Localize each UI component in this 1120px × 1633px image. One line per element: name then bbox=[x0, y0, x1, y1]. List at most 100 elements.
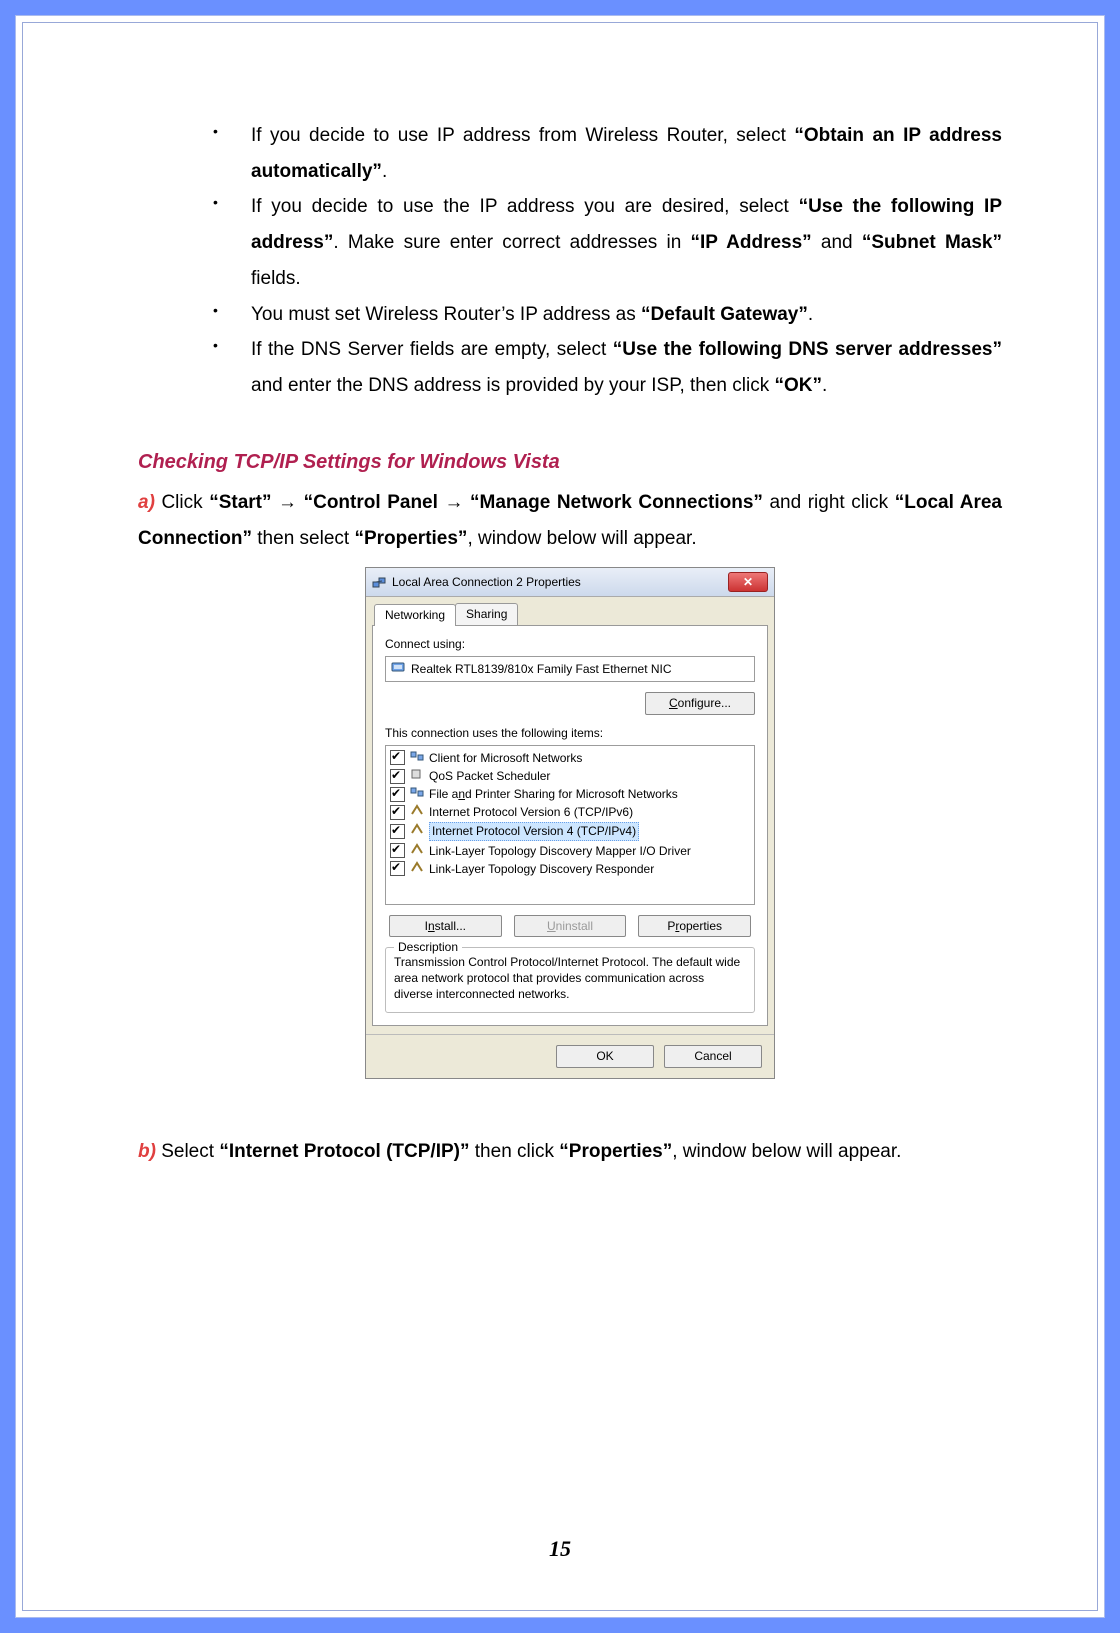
text: . Make sure enter correct addresses in bbox=[333, 232, 690, 253]
network-icon bbox=[372, 575, 386, 589]
dialog-title: Local Area Connection 2 Properties bbox=[392, 574, 581, 590]
connect-using-label: Connect using: bbox=[385, 636, 755, 652]
list-item[interactable]: Link-Layer Topology Discovery Responder bbox=[390, 860, 750, 878]
dialog-footer: OK Cancel bbox=[366, 1034, 774, 1077]
item-label: File and Printer Sharing for Microsoft N… bbox=[429, 786, 678, 802]
protocol-icon bbox=[410, 823, 424, 839]
button-label: Install... bbox=[425, 919, 466, 933]
configure-button[interactable]: Configure... bbox=[645, 692, 755, 714]
text: and enter the DNS address is provided by… bbox=[251, 375, 774, 396]
tab-sharing[interactable]: Sharing bbox=[455, 603, 518, 625]
adapter-name: Realtek RTL8139/810x Family Fast Etherne… bbox=[411, 661, 672, 677]
text-bold: “Subnet Mask” bbox=[862, 232, 1002, 253]
install-button[interactable]: Install... bbox=[389, 915, 502, 937]
tab-panel: Connect using: Realtek RTL8139/810x Fami… bbox=[372, 626, 768, 1027]
text: Click bbox=[155, 492, 209, 513]
item-label: Link-Layer Topology Discovery Responder bbox=[429, 861, 654, 877]
text-bold: “Default Gateway” bbox=[641, 304, 808, 325]
checkbox-icon[interactable] bbox=[390, 750, 405, 765]
text-bold: “Manage Network Connections” bbox=[470, 492, 763, 513]
page-number: 15 bbox=[23, 1536, 1097, 1562]
protocol-icon bbox=[410, 804, 424, 820]
step-b-paragraph: b) Select “Internet Protocol (TCP/IP)” t… bbox=[138, 1134, 1002, 1170]
uninstall-button: Uninstall bbox=[514, 915, 627, 937]
text: . bbox=[382, 161, 387, 182]
text: and right click bbox=[763, 492, 895, 513]
step-marker: b) bbox=[138, 1141, 156, 1162]
checkbox-icon[interactable] bbox=[390, 824, 405, 839]
list-item[interactable]: Link-Layer Topology Discovery Mapper I/O… bbox=[390, 842, 750, 860]
button-label: Properties bbox=[667, 919, 722, 933]
tab-networking[interactable]: Networking bbox=[374, 604, 456, 626]
text-bold: “Use the following DNS server addresses” bbox=[613, 339, 1002, 360]
text-bold: “Control Panel bbox=[304, 492, 438, 513]
client-icon bbox=[410, 750, 424, 766]
button-label: OK bbox=[596, 1049, 613, 1063]
list-item[interactable]: QoS Packet Scheduler bbox=[390, 767, 750, 785]
text: , window below will appear. bbox=[672, 1141, 901, 1162]
bullet-item: If you decide to use the IP address you … bbox=[213, 189, 1002, 296]
dialog-titlebar: Local Area Connection 2 Properties ✕ bbox=[366, 568, 774, 597]
close-icon: ✕ bbox=[743, 574, 753, 590]
section-heading: Checking TCP/IP Settings for Windows Vis… bbox=[138, 444, 1002, 482]
item-label: Internet Protocol Version 6 (TCP/IPv6) bbox=[429, 804, 633, 820]
service-icon bbox=[410, 768, 424, 784]
text-bold: “Internet Protocol (TCP/IP)” bbox=[219, 1141, 469, 1162]
item-label: Client for Microsoft Networks bbox=[429, 750, 582, 766]
button-label: Uninstall bbox=[547, 919, 593, 933]
text-bold: “Properties” bbox=[354, 528, 467, 549]
bullet-list: If you decide to use IP address from Wir… bbox=[213, 118, 1002, 404]
text: then click bbox=[470, 1141, 560, 1162]
text-bold: “Start” bbox=[209, 492, 271, 513]
properties-dialog: Local Area Connection 2 Properties ✕ Net… bbox=[365, 567, 775, 1079]
text: then select bbox=[252, 528, 354, 549]
bullet-item: If the DNS Server fields are empty, sele… bbox=[213, 332, 1002, 403]
item-label: Internet Protocol Version 4 (TCP/IPv4) bbox=[429, 822, 639, 840]
list-item[interactable]: Client for Microsoft Networks bbox=[390, 749, 750, 767]
service-icon bbox=[410, 786, 424, 802]
step-marker: a) bbox=[138, 492, 155, 513]
description-text: Transmission Control Protocol/Internet P… bbox=[394, 955, 740, 1001]
checkbox-icon[interactable] bbox=[390, 769, 405, 784]
ok-button[interactable]: OK bbox=[556, 1045, 654, 1067]
adapter-field[interactable]: Realtek RTL8139/810x Family Fast Etherne… bbox=[385, 656, 755, 682]
text: If the DNS Server fields are empty, sele… bbox=[251, 339, 613, 360]
cancel-button[interactable]: Cancel bbox=[664, 1045, 762, 1067]
text: fields. bbox=[251, 268, 301, 289]
description-group: Description Transmission Control Protoco… bbox=[385, 947, 755, 1014]
button-label: onfigure... bbox=[678, 696, 731, 710]
list-item[interactable]: Internet Protocol Version 6 (TCP/IPv6) bbox=[390, 803, 750, 821]
bullet-item: You must set Wireless Router’s IP addres… bbox=[213, 297, 1002, 333]
list-item[interactable]: File and Printer Sharing for Microsoft N… bbox=[390, 785, 750, 803]
checkbox-icon[interactable] bbox=[390, 787, 405, 802]
item-label: QoS Packet Scheduler bbox=[429, 768, 550, 784]
checkbox-icon[interactable] bbox=[390, 843, 405, 858]
item-label: Link-Layer Topology Discovery Mapper I/O… bbox=[429, 843, 691, 859]
adapter-icon bbox=[391, 660, 405, 678]
step-a-paragraph: a) Click “Start” → “Control Panel → “Man… bbox=[138, 485, 1002, 556]
text: Select bbox=[156, 1141, 219, 1162]
bullet-item: If you decide to use IP address from Wir… bbox=[213, 118, 1002, 189]
text-bold: “Properties” bbox=[559, 1141, 672, 1162]
text: If you decide to use IP address from Wir… bbox=[251, 125, 794, 146]
text: . bbox=[808, 304, 813, 325]
list-item-selected[interactable]: Internet Protocol Version 4 (TCP/IPv4) bbox=[390, 821, 750, 841]
close-button[interactable]: ✕ bbox=[728, 572, 768, 592]
checkbox-icon[interactable] bbox=[390, 805, 405, 820]
items-label: This connection uses the following items… bbox=[385, 725, 755, 741]
description-label: Description bbox=[394, 939, 462, 955]
button-label: Cancel bbox=[694, 1049, 731, 1063]
protocol-icon bbox=[410, 843, 424, 859]
tab-strip: Networking Sharing bbox=[372, 603, 768, 626]
text-bold: “OK” bbox=[774, 375, 822, 396]
component-list[interactable]: Client for Microsoft Networks QoS Packet… bbox=[385, 745, 755, 905]
checkbox-icon[interactable] bbox=[390, 861, 405, 876]
properties-button[interactable]: Properties bbox=[638, 915, 751, 937]
text: If you decide to use the IP address you … bbox=[251, 196, 799, 217]
text: . bbox=[822, 375, 827, 396]
text: , window below will appear. bbox=[467, 528, 696, 549]
tab-label: Sharing bbox=[466, 607, 507, 621]
text: and bbox=[812, 232, 862, 253]
arrow-icon: → bbox=[438, 492, 470, 513]
tab-label: Networking bbox=[385, 608, 445, 622]
